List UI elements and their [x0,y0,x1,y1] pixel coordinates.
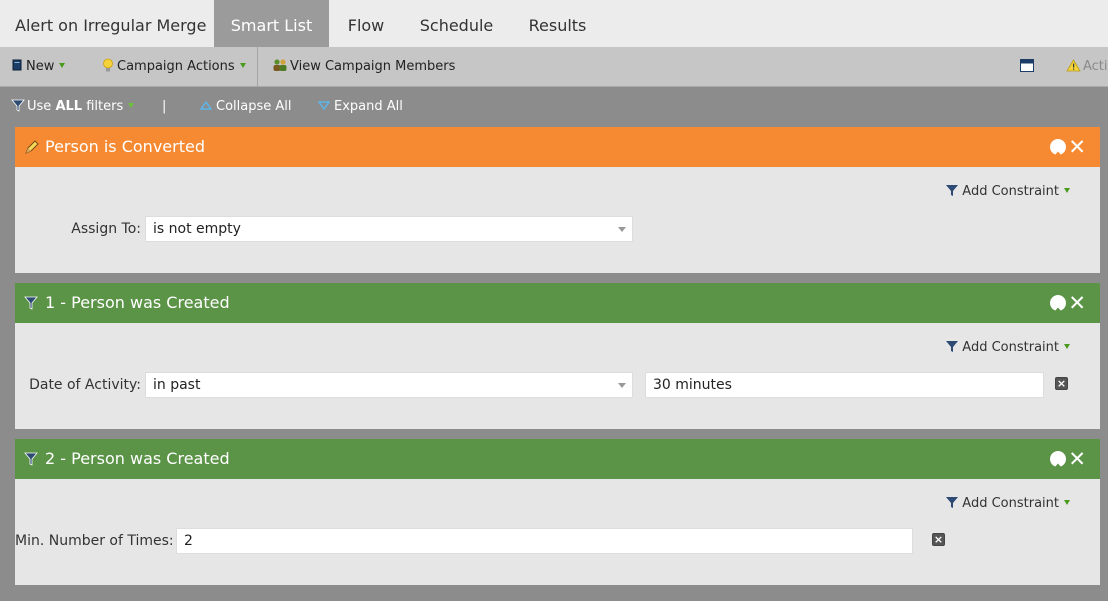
campaign-actions-button[interactable]: Campaign Actions [102,47,246,87]
add-constraint-label: Add Constraint [962,496,1059,511]
collapse-all-button[interactable]: Collapse All [199,88,292,126]
dropdown-arrow-icon [239,63,246,68]
dropdown-arrow-icon [59,63,66,68]
remove-filter-icon[interactable]: ✕ [1068,448,1086,470]
add-constraint-button[interactable]: Add Constraint [945,339,1070,355]
expand-arrow-icon [317,101,331,111]
add-constraint-label: Add Constraint [962,340,1059,355]
people-icon [273,59,287,71]
funnel-icon [11,99,25,112]
activate-button[interactable]: Acti [1066,47,1108,87]
select-caret-icon [618,227,626,232]
date-operator-select[interactable]: in past [145,372,633,398]
filter-header[interactable]: Person is Converted ✕ [15,127,1100,167]
funnel-icon [24,296,38,310]
use-all-bold: ALL [55,99,83,114]
operator-value: is not empty [153,221,241,237]
dropdown-arrow-icon [128,103,135,108]
date-value-input[interactable]: 30 minutes [645,372,1044,398]
pencil-icon [25,140,39,154]
use-all-filters-dropdown[interactable]: Use ALL filters [11,88,135,126]
filter-title: 2 - Person was Created [45,449,230,468]
collapse-all-label: Collapse All [216,99,292,114]
add-constraint-button[interactable]: Add Constraint [945,495,1070,511]
assign-to-label: Assign To: [71,221,141,237]
activate-label: Acti [1083,59,1108,74]
funnel-icon [946,341,959,352]
tab-results[interactable]: Results [510,0,605,47]
move-up-icon[interactable] [1050,451,1066,473]
filter-title: Person is Converted [45,137,205,156]
filter-card-person-created-1: 1 - Person was Created ✕ Add Constraint … [15,283,1100,429]
add-constraint-button[interactable]: Add Constraint [945,183,1070,199]
tab-smart-list[interactable]: Smart List [214,0,329,47]
filter-header[interactable]: 1 - Person was Created ✕ [15,283,1100,323]
view-members-label: View Campaign Members [290,59,456,74]
remove-constraint-icon[interactable]: × [1055,377,1068,390]
view-campaign-members-button[interactable]: View Campaign Members [272,47,455,87]
tab-flow[interactable]: Flow [329,0,403,47]
filter-card-person-converted: Person is Converted ✕ Add Constraint Ass… [15,127,1100,273]
dropdown-arrow-icon [1064,500,1070,505]
move-up-icon[interactable] [1050,295,1066,317]
remove-filter-icon[interactable]: ✕ [1068,292,1086,314]
tab-schedule[interactable]: Schedule [403,0,510,47]
filter-bar-divider: | [162,99,167,114]
campaign-actions-label: Campaign Actions [117,59,235,74]
expand-all-label: Expand All [334,99,403,114]
new-document-icon [12,59,22,71]
filter-card-person-created-2: 2 - Person was Created ✕ Add Constraint … [15,439,1100,585]
funnel-icon [946,497,959,508]
warning-icon [1066,59,1081,72]
date-of-activity-label: Date of Activity: [29,377,141,393]
toolbar-separator [257,47,258,87]
use-prefix: Use [27,99,52,114]
window-toggle-button[interactable] [1020,47,1034,87]
tab-bar: Alert on Irregular Merge Smart List Flow… [0,0,1108,47]
min-number-of-times-input[interactable]: 2 [176,528,913,554]
window-icon [1020,59,1034,72]
expand-all-button[interactable]: Expand All [317,88,403,126]
toolbar: New Campaign Actions View Campaign Membe… [0,47,1108,87]
filter-body: Add Constraint Assign To: is not empty [15,167,1100,273]
dropdown-arrow-icon [1064,188,1070,193]
assign-to-operator-select[interactable]: is not empty [145,216,633,242]
filter-body: Add Constraint Date of Activity: in past… [15,323,1100,429]
add-constraint-label: Add Constraint [962,184,1059,199]
collapse-arrow-icon [199,100,213,110]
lightbulb-icon [103,58,113,72]
remove-constraint-icon[interactable]: × [932,533,945,546]
new-label: New [26,59,55,74]
funnel-icon [946,185,959,196]
dropdown-arrow-icon [1064,344,1070,349]
move-up-icon[interactable] [1050,139,1066,161]
min-number-of-times-label: Min. Number of Times: [15,533,174,549]
select-caret-icon [618,383,626,388]
operator-value: in past [153,377,201,393]
filter-header[interactable]: 2 - Person was Created ✕ [15,439,1100,479]
funnel-icon [24,452,38,466]
new-menu-button[interactable]: New [12,47,66,87]
filter-options-bar: Use ALL filters | Collapse All Expand Al… [0,88,1108,126]
use-suffix: filters [86,99,124,114]
filter-body: Add Constraint Min. Number of Times: 2 × [15,479,1100,585]
filter-title: 1 - Person was Created [45,293,230,312]
remove-filter-icon[interactable]: ✕ [1068,136,1086,158]
tab-program-name[interactable]: Alert on Irregular Merge [0,0,214,47]
